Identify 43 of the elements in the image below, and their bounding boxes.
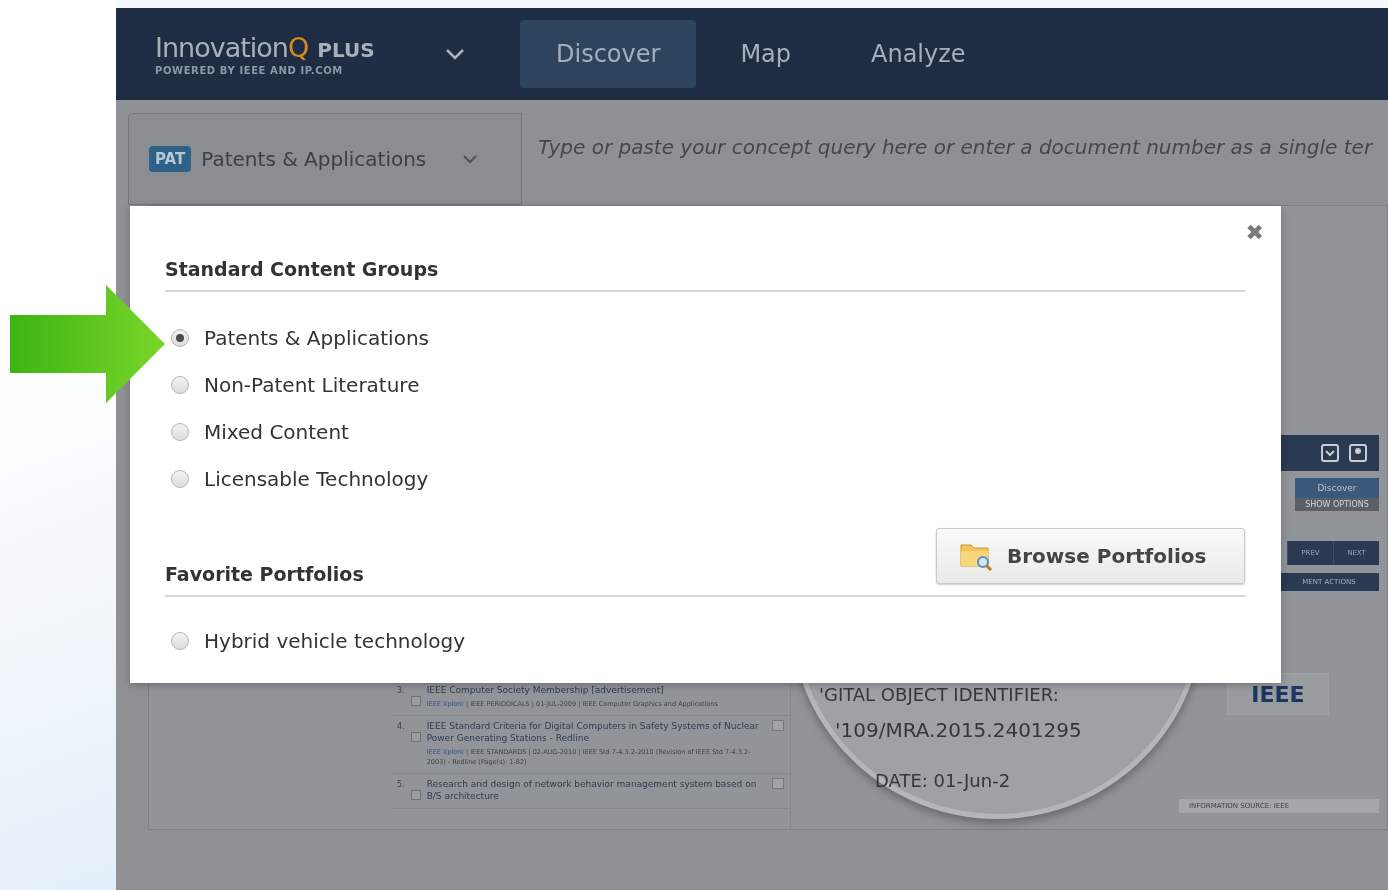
arrow-icon [10, 285, 166, 403]
chevron-down-icon [462, 154, 479, 164]
collection-label: Patents & Applications [201, 147, 427, 171]
radio-option[interactable]: Licensable Technology [171, 455, 1245, 502]
collection-badge: PAT [149, 146, 192, 172]
radio-button[interactable] [171, 422, 189, 441]
radio-button[interactable] [171, 469, 189, 488]
logo-tagline: POWERED BY IEEE AND IP.COM [155, 65, 344, 76]
doi-label: 'GITAL OBJECT IDENTIFIER: [819, 684, 1059, 705]
result-number: 4. [397, 721, 405, 731]
logo-name: Innovation [155, 32, 288, 63]
doi-value: '109/MRA.2015.2401295 [835, 718, 1082, 742]
result-number: 3. [397, 685, 405, 695]
collection-dropdown[interactable]: PAT Patents & Applications [128, 113, 522, 205]
radio-option[interactable]: Mixed Content [171, 408, 1245, 455]
logo-suffix: PLUS [317, 38, 375, 62]
result-dropdown[interactable] [772, 778, 784, 789]
result-title[interactable]: IEEE Computer Society Membership [advertisement] [426, 684, 784, 696]
radio-option[interactable]: Patents & Applications [171, 314, 1245, 361]
result-dropdown[interactable] [772, 720, 784, 731]
result-checkbox[interactable] [410, 732, 421, 742]
show-options-button[interactable]: SHOW OPTIONS [1295, 498, 1379, 511]
radio-button[interactable] [171, 631, 189, 650]
section-title: Favorite Portfolios [165, 563, 364, 585]
date-label: DATE: 01-Jun-2 [875, 770, 1011, 791]
radio-option[interactable]: Hybrid vehicle technology [171, 617, 1245, 664]
chevron-down-icon[interactable] [445, 48, 465, 60]
result-title[interactable]: Research and design of network behavior management system based on B/S architecture [426, 778, 766, 802]
result-title[interactable]: IEEE Standard Criteria for Digital Computers in Safety Systems of Nuclear Power Generating Stations - Redline [426, 720, 766, 744]
result-checkbox[interactable] [410, 696, 421, 706]
section-title: Standard Content Groups [165, 258, 439, 280]
browse-button[interactable]: Browse Portfolios [936, 528, 1245, 584]
radio-option[interactable]: Non-Patent Literature [171, 361, 1245, 408]
logo-mark: Q [287, 32, 310, 63]
close-button[interactable]: ✖ [1245, 220, 1264, 245]
result-checkbox[interactable] [410, 790, 421, 800]
nav-tab[interactable]: Analyze [835, 20, 1002, 88]
result-number: 5. [397, 779, 405, 789]
nav-tab[interactable]: Map [704, 20, 828, 88]
radio-button[interactable] [171, 375, 189, 394]
discover-button[interactable]: Discover [1295, 478, 1379, 498]
radio-button[interactable] [171, 328, 189, 347]
nav-tab[interactable]: Discover [520, 20, 697, 88]
